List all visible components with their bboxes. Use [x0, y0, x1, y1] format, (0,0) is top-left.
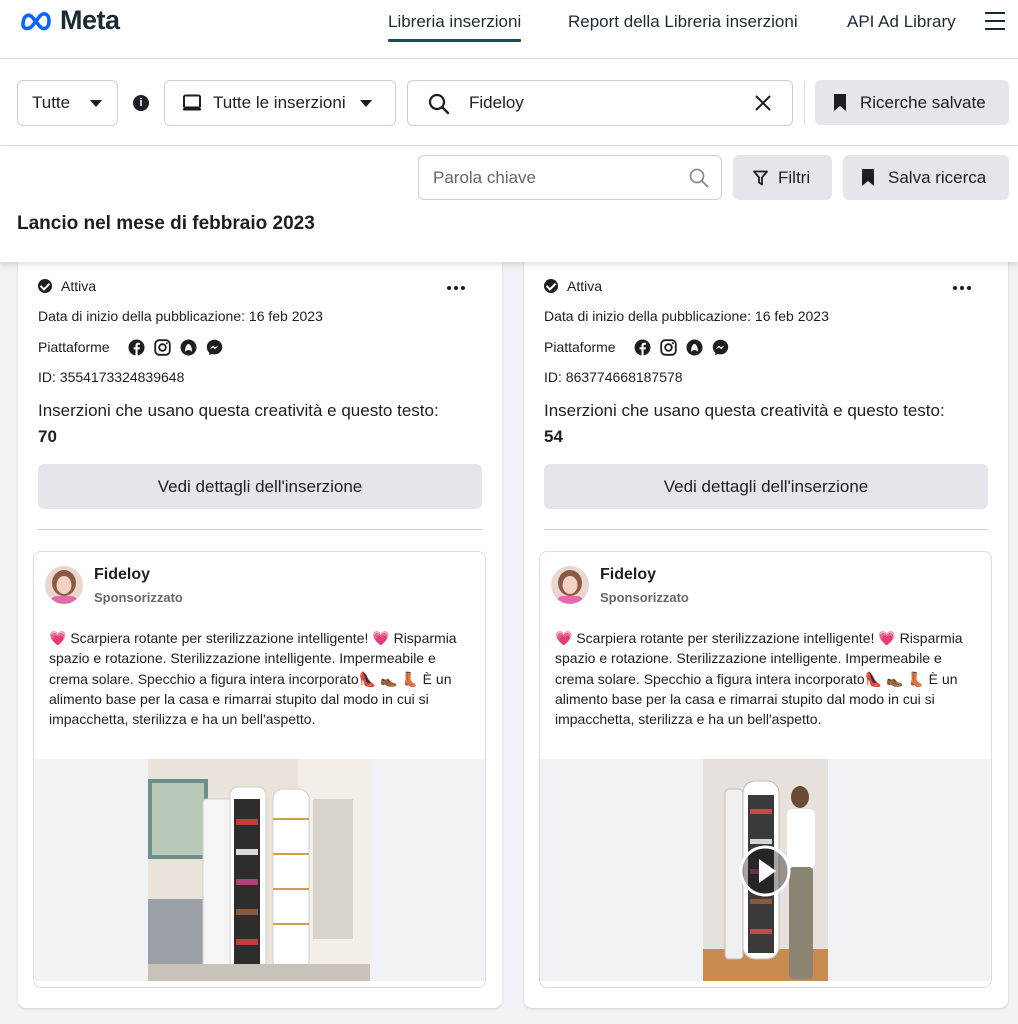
audience-network-icon	[686, 339, 703, 356]
ad-id: ID: 863774668187578	[544, 369, 683, 385]
search-icon	[428, 93, 450, 115]
facebook-icon	[128, 339, 145, 356]
see-ad-details-button[interactable]: Vedi dettagli dell'inserzione	[38, 464, 482, 509]
more-options-icon[interactable]	[438, 278, 474, 298]
facebook-icon	[634, 339, 651, 356]
status-text: Attiva	[567, 278, 603, 294]
instagram-icon	[154, 339, 171, 356]
brand-name: Meta	[60, 5, 120, 35]
start-date: Data di inizio della pubblicazione: 16 f…	[544, 308, 829, 324]
divider	[544, 529, 988, 530]
platforms-list	[634, 339, 729, 356]
advertiser-name[interactable]: Fideloy	[94, 566, 150, 584]
ad-body-text: 💗 Scarpiera rotante per sterilizzazione …	[49, 630, 457, 728]
clear-icon[interactable]	[754, 94, 772, 112]
keyword-placeholder: Parola chiave	[433, 168, 537, 187]
platforms-label: Piattaforme	[38, 339, 110, 355]
ad-preview: Fideloy Sponsorizzato 💗 Scarpiera rotant…	[33, 551, 486, 988]
ad-type-dropdown[interactable]: Tutte le inserzioni	[164, 80, 396, 126]
start-date: Data di inizio della pubblicazione: 16 f…	[38, 308, 323, 324]
search-bar: Tutte i Tutte le inserzioni Fideloy Rice…	[0, 58, 1018, 146]
filters-button[interactable]: Filtri	[733, 155, 832, 200]
caret-down-icon	[90, 99, 103, 107]
bookmark-icon	[834, 94, 846, 111]
ad-card: Attiva Data di inizio della pubblicazion…	[18, 250, 502, 1008]
ad-card: Attiva Data di inizio della pubblicazion…	[524, 250, 1008, 1008]
platforms-list	[128, 339, 223, 356]
avatar[interactable]	[551, 566, 589, 604]
saved-searches-label: Ricerche salvate	[860, 92, 986, 112]
monitor-icon	[183, 94, 201, 111]
saved-searches-button[interactable]: Ricerche salvate	[815, 80, 1009, 125]
country-dropdown[interactable]: Tutte	[17, 80, 118, 126]
keyword-input[interactable]: Parola chiave	[418, 155, 722, 200]
ad-id: ID: 3554173324839648	[38, 369, 185, 385]
messenger-icon	[712, 339, 729, 356]
search-input[interactable]: Fideloy	[407, 80, 793, 126]
check-circle-icon	[544, 279, 558, 293]
country-value: Tutte	[32, 93, 71, 112]
status-badge: Attiva	[544, 278, 602, 294]
ad-preview: Fideloy Sponsorizzato 💗 Scarpiera rotant…	[539, 551, 992, 988]
save-search-label: Salva ricerca	[888, 167, 987, 187]
avatar[interactable]	[45, 566, 83, 604]
more-options-icon[interactable]	[944, 278, 980, 298]
sponsored-label: Sponsorizzato	[94, 590, 183, 605]
filters-label: Filtri	[778, 167, 811, 187]
caret-down-icon	[359, 99, 372, 107]
nav-link-api[interactable]: API Ad Library	[847, 12, 956, 32]
bookmark-icon	[862, 169, 874, 186]
search-icon	[689, 168, 709, 188]
top-navigation: Meta Libreria inserzioni Report della Li…	[0, 0, 1018, 58]
results-header: Parola chiave Filtri Salva ricerca Lanci…	[0, 146, 1018, 262]
status-badge: Attiva	[38, 278, 96, 294]
ad-body-text: 💗 Scarpiera rotante per sterilizzazione …	[555, 630, 963, 728]
section-title: Lancio nel mese di febbraio 2023	[17, 213, 315, 234]
usage-count: 54	[544, 427, 563, 446]
divider	[804, 81, 805, 125]
meta-logo[interactable]: Meta	[18, 5, 120, 36]
divider	[38, 529, 482, 530]
platforms-label: Piattaforme	[544, 339, 616, 355]
usage-count: 70	[38, 427, 57, 446]
nav-link-ad-library[interactable]: Libreria inserzioni	[388, 12, 522, 42]
see-ad-details-button[interactable]: Vedi dettagli dell'inserzione	[544, 464, 988, 509]
advertiser-name[interactable]: Fideloy	[600, 566, 656, 584]
sponsored-label: Sponsorizzato	[600, 590, 689, 605]
meta-infinity-icon	[21, 11, 51, 30]
ad-image[interactable]	[34, 759, 485, 981]
ad-type-value: Tutte le inserzioni	[213, 93, 346, 112]
usage-label: Inserzioni che usano questa creatività e…	[38, 401, 439, 420]
audience-network-icon	[180, 339, 197, 356]
instagram-icon	[660, 339, 677, 356]
ad-video[interactable]	[540, 759, 991, 981]
search-query: Fideloy	[469, 93, 524, 112]
usage-text: Inserzioni che usano questa creatività e…	[544, 398, 964, 450]
messenger-icon	[206, 339, 223, 356]
status-text: Attiva	[61, 278, 97, 294]
usage-text: Inserzioni che usano questa creatività e…	[38, 398, 458, 450]
save-search-button[interactable]: Salva ricerca	[843, 155, 1009, 200]
nav-link-ad-library-report[interactable]: Report della Libreria inserzioni	[568, 12, 798, 32]
filter-icon	[753, 170, 768, 185]
menu-icon[interactable]	[985, 12, 1005, 32]
check-circle-icon	[38, 279, 52, 293]
info-icon[interactable]: i	[133, 95, 149, 111]
usage-label: Inserzioni che usano questa creatività e…	[544, 401, 945, 420]
